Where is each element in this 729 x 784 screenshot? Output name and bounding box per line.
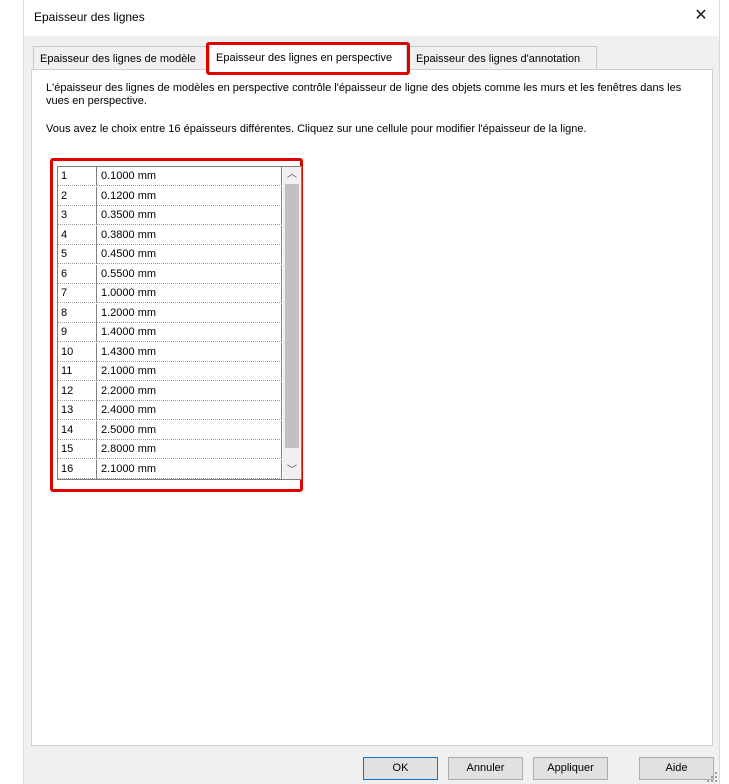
vertical-scrollbar[interactable]: ︿ ﹀ xyxy=(283,167,301,479)
close-icon[interactable]: ✕ xyxy=(689,4,713,28)
table-row[interactable]: 5 0.4500 mm xyxy=(58,245,282,264)
line-weight-value-cell[interactable]: 1.4300 mm xyxy=(97,342,282,362)
line-weight-number: 13 xyxy=(58,401,97,420)
table-row[interactable]: 6 0.5500 mm xyxy=(58,264,282,284)
line-weight-number: 8 xyxy=(58,303,97,323)
instruction-text: Vous avez le choix entre 16 épaisseurs d… xyxy=(46,123,587,135)
line-weight-value-cell[interactable]: 0.1000 mm xyxy=(97,167,282,186)
line-weight-value-cell[interactable]: 0.3500 mm xyxy=(97,206,282,225)
table-row[interactable]: 4 0.3800 mm xyxy=(58,225,282,245)
title-bar: Epaisseur des lignes ✕ xyxy=(24,0,719,36)
line-weight-number: 14 xyxy=(58,420,97,440)
scroll-thumb[interactable] xyxy=(285,184,299,448)
tab-panel: L'épaisseur des lignes de modèles en per… xyxy=(31,69,713,746)
tab-highlight-box xyxy=(206,42,410,75)
line-weights-grid[interactable]: 1 0.1000 mm 2 0.1200 mm 3 0.3500 mm 4 0.3800 mm… xyxy=(57,166,302,480)
line-weight-value-cell[interactable]: 2.1000 mm xyxy=(97,362,282,381)
table-row[interactable]: 8 1.2000 mm xyxy=(58,303,282,323)
tab-annotation-line-weights[interactable]: Epaisseur des lignes d'annotation xyxy=(409,46,597,70)
table-row[interactable]: 2 0.1200 mm xyxy=(58,186,282,206)
line-weight-number: 7 xyxy=(58,284,97,303)
table-row[interactable]: 9 1.4000 mm xyxy=(58,323,282,342)
table-row[interactable]: 10 1.4300 mm xyxy=(58,342,282,362)
line-weight-number: 11 xyxy=(58,362,97,381)
line-weight-value-cell[interactable]: 0.1200 mm xyxy=(97,186,282,206)
table-row[interactable]: 16 2.1000 mm xyxy=(58,459,282,479)
table-row[interactable]: 14 2.5000 mm xyxy=(58,420,282,440)
table-row[interactable]: 11 2.1000 mm xyxy=(58,362,282,381)
line-weight-number: 12 xyxy=(58,381,97,401)
line-weight-value-cell[interactable]: 1.4000 mm xyxy=(97,323,282,342)
line-weight-value-cell[interactable]: 2.2000 mm xyxy=(97,381,282,401)
line-weight-value-cell[interactable]: 1.2000 mm xyxy=(97,303,282,323)
scroll-up-icon[interactable]: ︿ xyxy=(283,167,301,183)
line-weight-value-cell[interactable]: 2.1000 mm xyxy=(97,459,282,479)
line-weight-value-cell[interactable]: 1.0000 mm xyxy=(97,284,282,303)
line-weight-value-cell[interactable]: 2.5000 mm xyxy=(97,420,282,440)
line-weight-number: 9 xyxy=(58,323,97,342)
line-weight-number: 4 xyxy=(58,225,97,245)
table-row[interactable]: 15 2.8000 mm xyxy=(58,440,282,459)
table-row[interactable]: 13 2.4000 mm xyxy=(58,401,282,420)
table-row[interactable]: 1 0.1000 mm xyxy=(58,167,282,186)
line-weight-value-cell[interactable]: 2.8000 mm xyxy=(97,440,282,459)
line-weight-value-cell[interactable]: 0.3800 mm xyxy=(97,225,282,245)
description-text: L'épaisseur des lignes de modèles en per… xyxy=(46,82,682,107)
line-weights-dialog: Epaisseur des lignes ✕ Epaisseur des lig… xyxy=(23,0,720,784)
scroll-down-icon[interactable]: ﹀ xyxy=(283,463,301,479)
line-weight-value-cell[interactable]: 2.4000 mm xyxy=(97,401,282,420)
resize-grip-icon[interactable] xyxy=(707,772,717,782)
table-row[interactable]: 7 1.0000 mm xyxy=(58,284,282,303)
line-weight-number: 1 xyxy=(58,167,97,186)
table-row[interactable]: 12 2.2000 mm xyxy=(58,381,282,401)
line-weight-number: 16 xyxy=(58,459,97,479)
line-weight-value-cell[interactable]: 0.4500 mm xyxy=(97,245,282,264)
table-row[interactable]: 3 0.3500 mm xyxy=(58,206,282,225)
dialog-title: Epaisseur des lignes xyxy=(34,10,145,24)
line-weight-value-cell[interactable]: 0.5500 mm xyxy=(97,264,282,284)
line-weight-number: 2 xyxy=(58,186,97,206)
apply-button[interactable]: Appliquer xyxy=(533,757,608,780)
cancel-button[interactable]: Annuler xyxy=(448,757,523,780)
tab-model-line-weights[interactable]: Epaisseur des lignes de modèle xyxy=(33,46,208,70)
line-weight-number: 6 xyxy=(58,264,97,284)
line-weight-number: 10 xyxy=(58,342,97,362)
line-weight-number: 5 xyxy=(58,245,97,264)
line-weight-number: 3 xyxy=(58,206,97,225)
line-weight-number: 15 xyxy=(58,440,97,459)
help-button[interactable]: Aide xyxy=(639,757,714,780)
ok-button[interactable]: OK xyxy=(363,757,438,780)
